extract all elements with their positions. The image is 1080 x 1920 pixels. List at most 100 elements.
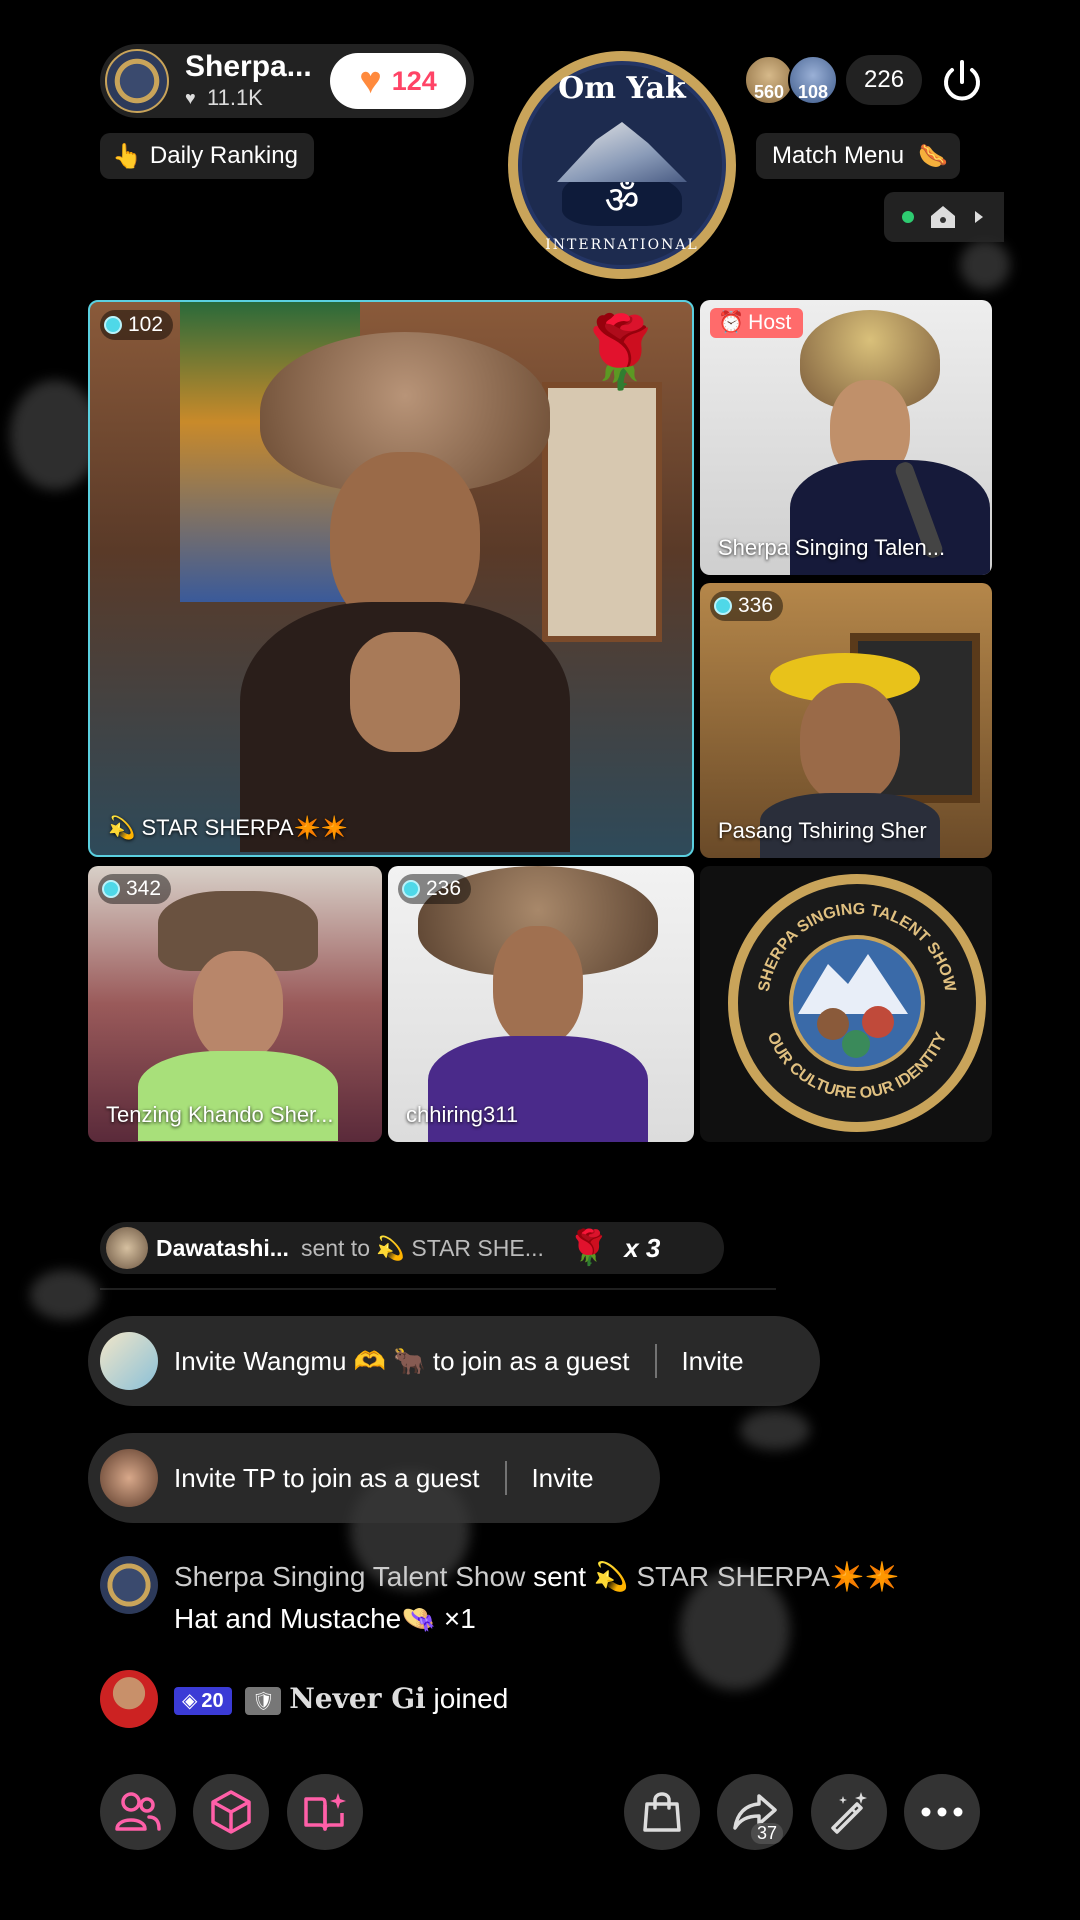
host-profile-pill[interactable]: Sherpa... ♥ 11.1K ♥ 124 xyxy=(100,44,474,118)
video-tile-host[interactable]: ⏰ Host Sherpa Singing Talen... xyxy=(700,300,992,575)
invite-banner[interactable]: Invite TP to join as a guest Invite xyxy=(88,1433,660,1523)
guest-person xyxy=(418,866,658,1142)
logo-subtitle: INTERNATIONAL xyxy=(545,237,699,253)
score-badge: 336 xyxy=(710,591,784,621)
book-button[interactable] xyxy=(287,1774,363,1850)
gem-icon xyxy=(104,316,122,334)
more-dots-icon xyxy=(921,1807,963,1817)
chat-avatar[interactable] xyxy=(100,1556,158,1614)
viewer-badge: 108 xyxy=(797,82,829,102)
score-badge: 102 xyxy=(100,310,174,340)
book-sparkle-icon xyxy=(304,1793,346,1831)
rose-icon: 🌹 xyxy=(567,1229,611,1267)
chat-message[interactable]: Sherpa Singing Talent Show sent 💫 STAR S… xyxy=(100,1556,980,1640)
host-avatar[interactable] xyxy=(105,49,169,113)
chat-action: joined xyxy=(433,1683,509,1714)
host-info: Sherpa... ♥ 11.1K xyxy=(185,51,312,111)
magic-wand-icon xyxy=(831,1792,867,1834)
rose-sticker: 🌹 xyxy=(576,313,664,391)
guests-button[interactable] xyxy=(100,1774,176,1850)
follow-button[interactable]: ♥ 124 xyxy=(330,53,466,109)
invite-button[interactable]: Invite xyxy=(681,1346,743,1377)
video-tile-guest[interactable]: 236 chhiring311 xyxy=(388,866,694,1142)
host-likes: ♥ 11.1K xyxy=(185,85,312,111)
status-dot xyxy=(901,211,914,223)
gift-recipient: sent to 💫 STAR SHE... xyxy=(300,1234,544,1261)
invite-button[interactable]: Invite xyxy=(531,1463,593,1494)
magic-wand-button[interactable] xyxy=(811,1774,887,1850)
invite-banner[interactable]: Invite Wangmu 🫶 🐂 to join as a guest Inv… xyxy=(88,1316,820,1406)
divider xyxy=(505,1461,508,1495)
chat-message[interactable]: ◈ 20 🛡 Never Gi joined xyxy=(100,1670,508,1728)
shopping-bag-icon xyxy=(643,1792,681,1832)
cube-icon xyxy=(211,1790,251,1834)
participant-name: Tenzing Khando Sher... xyxy=(106,1102,334,1127)
participant-name: 💫 STAR SHERPA✴️✴️ xyxy=(108,815,349,840)
invite-message: Invite Wangmu 🫶 🐂 to join as a guest xyxy=(174,1345,630,1376)
guest-avatar[interactable] xyxy=(100,1332,158,1390)
cube-button[interactable] xyxy=(193,1774,269,1850)
more-button[interactable] xyxy=(904,1774,980,1850)
viewer-list[interactable]: 560 108 226 xyxy=(744,54,923,106)
guest-avatar[interactable] xyxy=(100,1449,158,1507)
snow-particle xyxy=(960,240,1010,290)
divider xyxy=(655,1344,658,1378)
shield-icon: 🛡 xyxy=(245,1686,282,1715)
viewer-badge: 560 xyxy=(753,82,785,102)
daily-ranking-label: Daily Ranking xyxy=(149,142,298,169)
host-likes-count: 11.1K xyxy=(207,85,263,110)
sender-avatar[interactable] xyxy=(106,1227,148,1269)
pointing-hand-icon: 👆 xyxy=(112,142,142,170)
share-button[interactable]: 37 xyxy=(717,1774,793,1850)
share-count: 37 xyxy=(750,1823,783,1844)
match-menu-label: Match Menu xyxy=(772,142,905,169)
daily-ranking-button[interactable]: 👆 Daily Ranking xyxy=(100,133,314,179)
heart-icon: ♥ xyxy=(185,88,196,108)
host-name: Sherpa... xyxy=(185,50,312,83)
gift-multiplier: x 3 xyxy=(624,1232,661,1263)
gem-icon xyxy=(402,880,420,898)
video-tile-main[interactable]: 🌹 102 💫 STAR SHERPA✴️✴️ xyxy=(88,300,694,857)
host-badge-label: Host xyxy=(748,311,792,334)
gem-icon xyxy=(102,880,120,898)
diamond-icon: ◈ xyxy=(182,1689,198,1712)
match-menu-button[interactable]: Match Menu 🌭 xyxy=(756,133,960,179)
mini-controls[interactable] xyxy=(884,192,1004,242)
video-tile-emblem[interactable]: SHERPA SINGING TALENT SHOW OUR CULTURE O… xyxy=(700,866,992,1142)
chat-gift-name: Hat and Mustache xyxy=(174,1603,402,1634)
home-icon[interactable] xyxy=(929,204,957,230)
snow-particle xyxy=(10,380,100,490)
participant-name: Sherpa Singing Talen... xyxy=(718,535,946,560)
score-badge: 236 xyxy=(398,874,472,904)
chat-avatar[interactable] xyxy=(100,1670,158,1728)
score-badge: 342 xyxy=(98,874,172,904)
chat-gift-qty: ×1 xyxy=(443,1603,476,1634)
level-badge: ◈ 20 xyxy=(174,1686,232,1715)
snow-particle xyxy=(30,1270,100,1320)
gift-sender: Dawatashi... xyxy=(156,1234,289,1261)
snow-particle xyxy=(740,1410,810,1450)
mountain-graphic xyxy=(557,122,687,182)
talent-show-emblem: SHERPA SINGING TALENT SHOW OUR CULTURE O… xyxy=(728,874,986,1132)
chat-action: sent xyxy=(533,1561,587,1592)
shop-button[interactable] xyxy=(624,1774,700,1850)
hotdog-icon: 🌭 xyxy=(918,142,948,170)
video-tile-guest[interactable]: 342 Tenzing Khando Sher... xyxy=(88,866,382,1142)
participant-name: Pasang Tshiring Sher xyxy=(718,818,927,843)
top-viewer-avatar[interactable]: 560 xyxy=(744,55,794,105)
host-badge: ⏰ Host xyxy=(710,308,804,338)
chevron-right-icon[interactable] xyxy=(972,209,986,225)
level-value: 20 xyxy=(201,1689,224,1712)
viewer-count[interactable]: 226 xyxy=(846,55,923,105)
participant-name: chhiring311 xyxy=(406,1102,519,1127)
chat-text: ◈ 20 🛡 Never Gi joined xyxy=(174,1678,508,1720)
score-value: 336 xyxy=(738,594,774,617)
top-viewer-avatar[interactable]: 108 xyxy=(788,55,838,105)
gift-banner[interactable]: Dawatashi... sent to 💫 STAR SHE... 🌹 x 3 xyxy=(100,1222,724,1274)
power-icon[interactable] xyxy=(936,56,988,108)
users-icon xyxy=(115,1792,161,1831)
performer xyxy=(240,332,570,852)
om-yak-logo: Om Yak ॐ INTERNATIONAL xyxy=(508,51,736,279)
video-tile-guest[interactable]: 336 Pasang Tshiring Sher xyxy=(700,583,992,858)
gem-icon xyxy=(714,597,732,615)
